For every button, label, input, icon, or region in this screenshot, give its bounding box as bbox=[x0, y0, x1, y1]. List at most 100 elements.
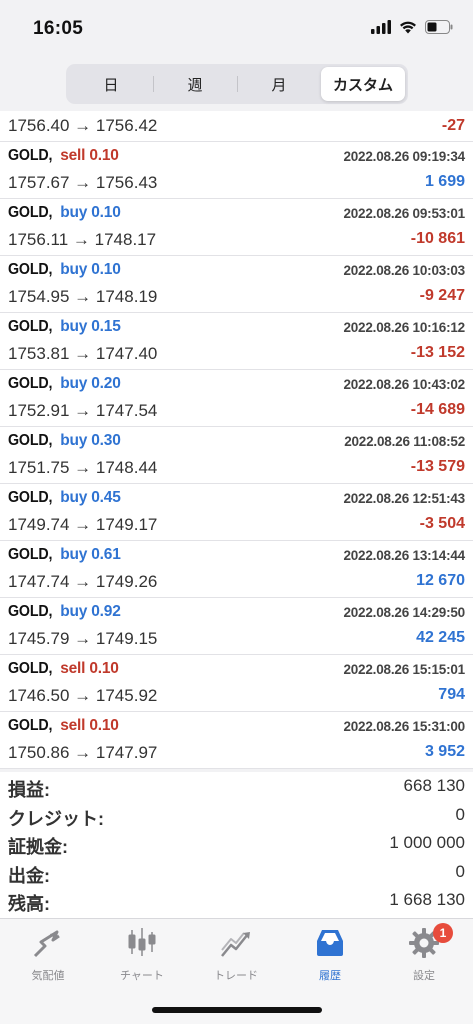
tab-label: チャート bbox=[120, 970, 164, 982]
deal-prices: 1754.95 → 1748.19 bbox=[8, 287, 158, 306]
wifi-icon bbox=[399, 20, 417, 39]
deal-profit: -3 504 bbox=[419, 515, 465, 532]
tab-day[interactable]: 日 bbox=[69, 67, 153, 101]
summary-deposit: 証拠金: 1 000 000 bbox=[0, 829, 473, 858]
deal-profit: 42 245 bbox=[416, 629, 465, 646]
deal-time: 2022.08.26 13:14:44 bbox=[343, 548, 465, 563]
tab-trade[interactable]: トレード bbox=[189, 925, 283, 989]
tab-settings[interactable]: 1 設定 bbox=[377, 923, 471, 989]
signal-icon bbox=[371, 20, 391, 39]
summary-label: 出金: bbox=[8, 865, 50, 886]
deal-symbol: GOLD, bbox=[8, 432, 53, 449]
deal-title: GOLD, sell 0.10 bbox=[8, 717, 119, 735]
summary-value: 668 130 bbox=[403, 776, 465, 795]
summary-withdrawal: 出金: 0 bbox=[0, 858, 473, 887]
list-item[interactable]: GOLD, sell 0.10 2022.08.26 09:19:34 1757.6… bbox=[0, 142, 473, 199]
summary-credit: クレジット: 0 bbox=[0, 801, 473, 830]
deal-prices: 1752.91 → 1747.54 bbox=[8, 401, 158, 420]
deal-time: 2022.08.26 11:08:52 bbox=[344, 434, 465, 449]
summary-value: 1 668 130 bbox=[389, 890, 465, 909]
deal-title: GOLD, buy 0.20 bbox=[8, 375, 121, 393]
deal-profit: -13 579 bbox=[410, 458, 465, 475]
tab-month[interactable]: 月 bbox=[237, 67, 321, 101]
deal-prices: 1757.67 → 1756.43 bbox=[8, 173, 158, 192]
tab-history[interactable]: 履歴 bbox=[283, 925, 377, 989]
deal-time: 2022.08.26 09:53:01 bbox=[343, 206, 465, 221]
trade-icon bbox=[189, 925, 283, 961]
status-icons bbox=[371, 20, 453, 39]
deal-time: 2022.08.26 14:29:50 bbox=[343, 605, 465, 620]
deal-volume: sell 0.10 bbox=[60, 717, 119, 734]
battery-icon bbox=[425, 20, 453, 39]
list-item[interactable]: GOLD, buy 0.15 2022.08.26 10:16:12 1753.81… bbox=[0, 313, 473, 370]
summary-label: 残高: bbox=[8, 894, 50, 914]
period-segmented-control: 日 週 月 カスタム bbox=[66, 64, 408, 104]
summary-label: クレジット: bbox=[8, 808, 104, 829]
deal-title: GOLD, buy 0.10 bbox=[8, 204, 121, 222]
deal-profit: -27 bbox=[441, 117, 465, 134]
list-item[interactable]: GOLD, sell 0.10 2022.08.26 15:31:00 1750.8… bbox=[0, 712, 473, 769]
deal-profit: 12 670 bbox=[416, 572, 465, 589]
tab-chart[interactable]: チャート bbox=[95, 925, 189, 989]
list-item[interactable]: GOLD, sell 0.10 2022.08.26 15:15:01 1746.5… bbox=[0, 655, 473, 712]
list-item[interactable]: GOLD, buy 0.10 2022.08.26 09:53:01 1756.11… bbox=[0, 199, 473, 256]
deal-profit: 794 bbox=[438, 686, 465, 703]
deal-volume: buy 0.10 bbox=[60, 204, 121, 221]
deal-prices: 1753.81 → 1747.40 bbox=[8, 344, 158, 363]
deal-volume: buy 0.92 bbox=[60, 603, 121, 620]
deal-time: 2022.08.26 15:31:00 bbox=[343, 719, 465, 734]
notification-badge: 1 bbox=[433, 923, 453, 943]
home-indicator[interactable] bbox=[152, 1007, 322, 1013]
period-selector-bar: 日 週 月 カスタム bbox=[0, 58, 473, 110]
deal-prices: 1745.79 → 1749.15 bbox=[8, 629, 158, 648]
deal-title: GOLD, sell 0.10 bbox=[8, 147, 119, 165]
deal-volume: sell 0.10 bbox=[60, 660, 119, 677]
list-item[interactable]: GOLD, buy 0.45 2022.08.26 12:51:43 1749.74… bbox=[0, 484, 473, 541]
tab-week[interactable]: 週 bbox=[153, 67, 237, 101]
list-item[interactable]: GOLD, buy 0.10 2022.08.26 10:03:03 1754.95… bbox=[0, 256, 473, 313]
list-item[interactable]: 1756.40 → 1756.42 -27 bbox=[0, 111, 473, 142]
deal-prices: 1751.75 → 1748.44 bbox=[8, 458, 158, 477]
deal-title: GOLD, sell 0.10 bbox=[8, 660, 119, 678]
deal-time: 2022.08.26 09:19:34 bbox=[343, 149, 465, 164]
deal-volume: buy 0.15 bbox=[60, 318, 121, 335]
summary-value: 0 bbox=[455, 861, 465, 881]
deal-symbol: GOLD, bbox=[8, 261, 53, 278]
list-item[interactable]: GOLD, buy 0.20 2022.08.26 10:43:02 1752.91… bbox=[0, 370, 473, 427]
deal-prices: 1756.11 → 1748.17 bbox=[8, 230, 157, 249]
deal-symbol: GOLD, bbox=[8, 375, 53, 392]
deal-time: 2022.08.26 15:15:01 bbox=[343, 662, 465, 677]
deal-profit: 1 699 bbox=[424, 173, 465, 190]
deal-prices: 1746.50 → 1745.92 bbox=[8, 686, 158, 705]
deal-prices: 1749.74 → 1749.17 bbox=[8, 515, 158, 534]
deal-title: GOLD, buy 0.15 bbox=[8, 318, 121, 336]
deal-volume: buy 0.20 bbox=[60, 375, 121, 392]
summary-label: 証拠金: bbox=[8, 837, 68, 857]
chart-icon bbox=[95, 925, 189, 961]
deal-volume: buy 0.61 bbox=[60, 546, 121, 563]
deal-volume: buy 0.30 bbox=[60, 432, 121, 449]
deal-title: GOLD, buy 0.45 bbox=[8, 489, 121, 507]
list-item[interactable]: GOLD, buy 0.92 2022.08.26 14:29:50 1745.79… bbox=[0, 598, 473, 655]
deal-symbol: GOLD, bbox=[8, 489, 53, 506]
summary-value: 1 000 000 bbox=[389, 833, 465, 852]
deal-symbol: GOLD, bbox=[8, 318, 53, 335]
list-item[interactable]: GOLD, buy 0.30 2022.08.26 11:08:52 1751.75… bbox=[0, 427, 473, 484]
deal-history-list: 1756.40 → 1756.42 -27 GOLD, sell 0.10 202… bbox=[0, 111, 473, 769]
quotes-icon bbox=[1, 925, 95, 961]
deal-time: 2022.08.26 12:51:43 bbox=[343, 491, 465, 506]
tab-quotes[interactable]: 気配値 bbox=[1, 925, 95, 989]
history-icon bbox=[283, 925, 377, 961]
settings-icon bbox=[377, 925, 471, 961]
deal-title: GOLD, buy 0.92 bbox=[8, 603, 121, 621]
tab-label: トレード bbox=[214, 970, 258, 982]
deal-title: GOLD, buy 0.61 bbox=[8, 546, 121, 564]
deal-time: 2022.08.26 10:03:03 bbox=[343, 263, 465, 278]
list-item[interactable]: GOLD, buy 0.61 2022.08.26 13:14:44 1747.74… bbox=[0, 541, 473, 598]
deal-volume: buy 0.10 bbox=[60, 261, 121, 278]
deal-profit: -10 861 bbox=[410, 230, 465, 247]
deal-prices: 1747.74 → 1749.26 bbox=[8, 572, 158, 591]
tab-custom[interactable]: カスタム bbox=[321, 67, 405, 101]
account-summary: 損益: 668 130 クレジット: 0 証拠金: 1 000 000 出金: … bbox=[0, 772, 473, 918]
tab-label: 気配値 bbox=[31, 970, 65, 982]
